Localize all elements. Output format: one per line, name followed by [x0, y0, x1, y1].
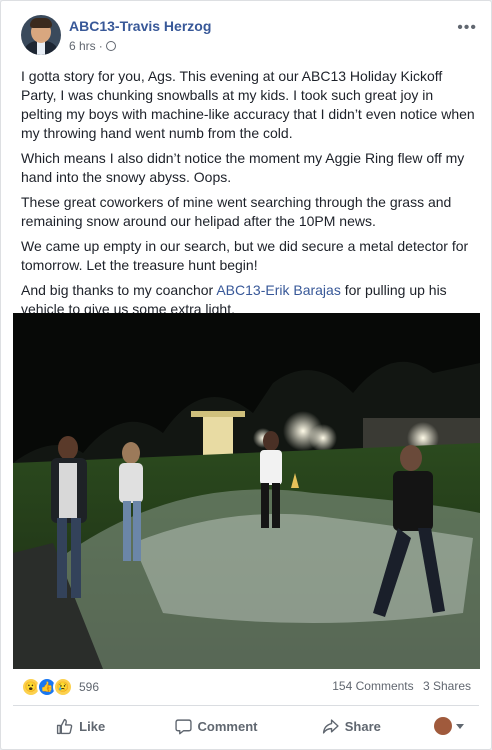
engagement-counts: 154 Comments 3 Shares: [332, 679, 471, 693]
reaction-count[interactable]: 596: [79, 680, 99, 694]
share-label: Share: [344, 718, 381, 734]
like-label: Like: [79, 718, 106, 734]
share-button[interactable]: Share: [284, 718, 419, 735]
comment-icon: [174, 718, 192, 734]
comment-button[interactable]: Comment: [148, 718, 283, 735]
sad-reaction-icon: 😢: [53, 677, 73, 697]
paragraph-text: And big thanks to my coanchor: [21, 282, 217, 298]
audience-menu-button[interactable]: [419, 717, 479, 735]
post-paragraph: We came up empty in our search, but we d…: [21, 238, 469, 273]
share-count[interactable]: 3 Shares: [423, 679, 471, 693]
post-meta: 6 hrs ·: [69, 39, 116, 53]
post-paragraph: These great coworkers of mine went searc…: [21, 194, 452, 229]
night-scene-photo: [13, 313, 480, 669]
mention-link[interactable]: ABC13-Erik Barajas: [216, 282, 341, 298]
globe-icon[interactable]: [105, 41, 116, 51]
more-horizontal-icon[interactable]: •••: [457, 19, 477, 37]
user-avatar-icon: [433, 717, 452, 735]
author-avatar[interactable]: [21, 15, 61, 55]
post-card: ABC13-Travis Herzog 6 hrs · ••• I gotta …: [0, 0, 492, 750]
author-name[interactable]: ABC13-Travis Herzog: [69, 18, 211, 34]
post-stats: 😮 👍 😢 596 154 Comments 3 Shares: [21, 677, 471, 697]
share-arrow-icon: [322, 718, 339, 734]
post-photo[interactable]: [13, 313, 480, 669]
reaction-summary[interactable]: 😮 👍 😢 596: [21, 677, 99, 697]
post-paragraph: I gotta story for you, Ags. This evening…: [21, 68, 475, 141]
comment-count[interactable]: 154 Comments: [332, 679, 413, 693]
post-actions: Like Comment Share: [13, 709, 479, 743]
divider: [13, 705, 479, 706]
thumbs-up-icon: [57, 718, 73, 734]
caret-down-icon: [455, 723, 464, 729]
meta-separator: ·: [98, 39, 103, 53]
post-paragraph: Which means I also didn’t notice the mom…: [21, 150, 465, 185]
like-button[interactable]: Like: [13, 718, 148, 735]
post-body: I gotta story for you, Ags. This evening…: [21, 67, 476, 325]
post-header: ABC13-Travis Herzog 6 hrs · •••: [21, 15, 477, 59]
comment-label: Comment: [197, 718, 258, 734]
post-timestamp[interactable]: 6 hrs: [69, 39, 96, 53]
